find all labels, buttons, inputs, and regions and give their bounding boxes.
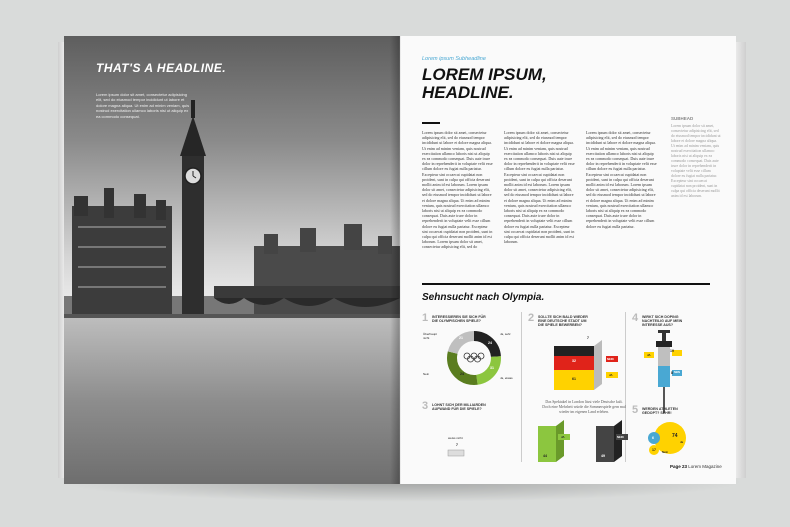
infographic-title: Sehnsucht nach Olympia.	[422, 292, 545, 303]
q3-value-2: 49	[601, 454, 605, 458]
subheadline: Lorem ipsum Subheadline	[422, 56, 486, 62]
footer-page-number: Page 23	[670, 464, 688, 469]
q2-stacked-box-chart	[554, 340, 618, 390]
q5-number: 5	[632, 404, 639, 416]
q5-value-0: 74	[672, 433, 678, 439]
q2-value-2: 61	[572, 377, 576, 381]
q3-tag-nein: NEIN	[617, 435, 624, 439]
q5-value-1: 17	[652, 448, 656, 452]
q2-tag-ja: JA	[609, 373, 613, 377]
q4-number: 4	[632, 312, 639, 324]
q1-value-2: 24	[460, 372, 464, 376]
q2-value-0: 7	[587, 336, 589, 340]
footer-magazine-name: Lorem Magazine	[688, 464, 722, 469]
headline-line-1: LOREM IPSUM,	[422, 65, 547, 84]
text-column-3: Lorem ipsum dolor sit amet, consectetur …	[586, 130, 657, 229]
page-edge-right	[736, 42, 746, 478]
q1-number: 1	[422, 312, 429, 324]
q2-tag-nein: NEIN	[607, 357, 614, 361]
q2-number: 2	[528, 312, 535, 324]
q4-tag-ja: JA	[647, 353, 651, 357]
q4-tag-nein: NEIN	[674, 371, 680, 374]
q1-value-3: 31	[490, 366, 494, 370]
q3-number: 3	[422, 400, 429, 412]
page-headline: LOREM IPSUM, HEADLINE.	[422, 66, 622, 102]
q3-value-0: 7	[456, 443, 458, 447]
magazine-spread: THAT'S A HEADLINE. Lorem ipsum dolor sit…	[58, 36, 746, 484]
q3-tag-ja: JA	[561, 435, 565, 439]
headline-line-2: HEADLINE.	[422, 83, 514, 102]
q3-value-1: 44	[543, 454, 547, 458]
q3-question: LOHNT SICH DER MILLIARDEN AUFWAND FÜR DI…	[432, 403, 486, 412]
sidebar-subhead: SUBHEAD	[671, 116, 694, 121]
left-headline: THAT'S A HEADLINE.	[96, 61, 227, 75]
q5-question: WERDEN ATHLETEN GEDOPT? SEHR!	[642, 407, 678, 416]
q1-value-0: 21	[459, 336, 463, 340]
right-page: Lorem ipsum Subheadline LOREM IPSUM, HEA…	[400, 36, 736, 484]
text-column-2: Lorem ipsum dolor sit amet, consectetur …	[504, 130, 575, 245]
q5-tag-nein: Nein	[662, 450, 669, 454]
q2-value-1: 32	[572, 359, 576, 363]
london-skyline-photo	[64, 100, 400, 322]
section-rule	[422, 283, 710, 285]
q4-value-1: 8	[671, 371, 673, 375]
q4-value-0: 19	[670, 349, 674, 353]
infographic-center-note: Das Spektakel in London lässt viele Deut…	[542, 400, 626, 414]
spine-gutter	[390, 36, 410, 484]
sidebar-text: Lorem ipsum dolor sit amet, consectetur …	[671, 124, 721, 198]
q1-label-2: Ja, etwas	[500, 376, 513, 380]
photo-river	[64, 318, 400, 484]
q2-question: SOLLTE SICH BALD WIEDER EINE DEUTSCHE ST…	[538, 315, 588, 328]
q5-value-2: 6	[652, 436, 654, 440]
q1-label-1: Ja, sehr	[500, 332, 511, 336]
page-footer: Page 23 Lorem Magazine	[670, 464, 722, 469]
left-page: THAT'S A HEADLINE. Lorem ipsum dolor sit…	[64, 36, 400, 484]
q5-tag-ja: Ja	[680, 440, 684, 444]
q1-label-0: Überhaupt nicht	[423, 332, 438, 340]
q3-small-label: weiss nicht	[448, 436, 463, 440]
text-column-1: Lorem ipsum dolor sit amet, consectetur …	[422, 130, 493, 250]
q1-value-1: 24	[488, 341, 492, 345]
left-intro-text: Lorem ipsum dolor sit amet, consectetur …	[96, 92, 190, 119]
q1-label-3: Nein	[423, 372, 430, 376]
q1-question: INTERESSIEREN SIE SICH FÜR DIE OLYMPISCH…	[432, 315, 486, 324]
q3-box-chart	[447, 420, 628, 462]
headline-rule	[422, 122, 440, 124]
